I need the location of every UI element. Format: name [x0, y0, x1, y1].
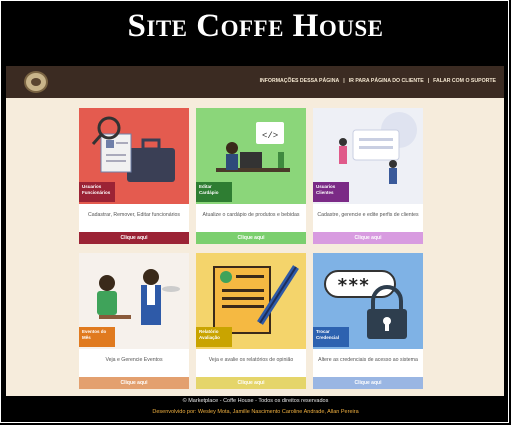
coffee-logo-icon[interactable]	[24, 71, 48, 93]
page-title: Site Coffe House	[127, 8, 384, 44]
nav-link-page-info[interactable]: INFORMAÇÕES DESSA PÁGINA	[260, 78, 340, 84]
card-tag: Editar Cardápio	[196, 182, 232, 202]
svg-text:***: ***	[337, 275, 370, 296]
card-relatorio[interactable]: Relatório Avaliação Veja e avalie os rel…	[196, 253, 306, 389]
footer-credits: Desenvolvido por: Wesley Mota, Jamille N…	[152, 409, 359, 415]
card-button[interactable]: Clique aqui	[313, 377, 423, 389]
card-clientes[interactable]: Usuarios Clientes Cadastre, gerencie e e…	[313, 108, 423, 244]
card-button[interactable]: Clique aqui	[313, 232, 423, 244]
nav-link-client-page[interactable]: IR PARA PÁGINA DO CLIENTE	[349, 78, 424, 84]
card-description: Veja e Gerencie Eventos	[105, 357, 163, 363]
card-tag: Trocar Credencial	[313, 327, 349, 347]
card-eventos[interactable]: Eventos do Mês Veja e Gerencie Eventos C…	[79, 253, 189, 389]
nav-link-support[interactable]: FALAR COM O SUPORTE	[433, 78, 496, 84]
card-button[interactable]: Clique aqui	[196, 377, 306, 389]
card-description: Atualize o cardápio de produtos e bebida…	[202, 212, 300, 218]
nav-links: INFORMAÇÕES DESSA PÁGINA | IR PARA PÁGIN…	[259, 78, 496, 84]
card-button[interactable]: Clique aqui	[79, 377, 189, 389]
card-tag: Usuarios Clientes	[313, 182, 349, 202]
card-funcionarios[interactable]: Usuarios Funcionários Cadastrar, Remover…	[79, 108, 189, 244]
svg-text:</>: </>	[262, 131, 278, 141]
card-button[interactable]: Clique aqui	[79, 232, 189, 244]
card-tag: Relatório Avaliação	[196, 327, 232, 347]
card-description: Altere as credenciais de acesso ao siste…	[318, 357, 418, 363]
card-tag: Usuarios Funcionários	[79, 182, 115, 202]
card-tag: Eventos do Mês	[79, 327, 115, 347]
card-cardapio[interactable]: </> Editar Cardápio Atualize o cardápio …	[196, 108, 306, 244]
card-button[interactable]: Clique aqui	[196, 232, 306, 244]
app-window: INFORMAÇÕES DESSA PÁGINA | IR PARA PÁGIN…	[6, 66, 504, 396]
card-credencial[interactable]: *** Trocar Credencial Altere as credenci…	[313, 253, 423, 389]
card-description: Veja e avalie os relatórios de opinião	[208, 357, 294, 363]
top-navbar: INFORMAÇÕES DESSA PÁGINA | IR PARA PÁGIN…	[6, 66, 504, 98]
card-description: Cadastre, gerencie e edite perfis de cli…	[317, 212, 419, 218]
card-description: Cadastrar, Remover, Editar funcionários	[88, 212, 180, 218]
footer-copyright: © Marketplace - Coffe House - Todos os d…	[182, 398, 329, 404]
